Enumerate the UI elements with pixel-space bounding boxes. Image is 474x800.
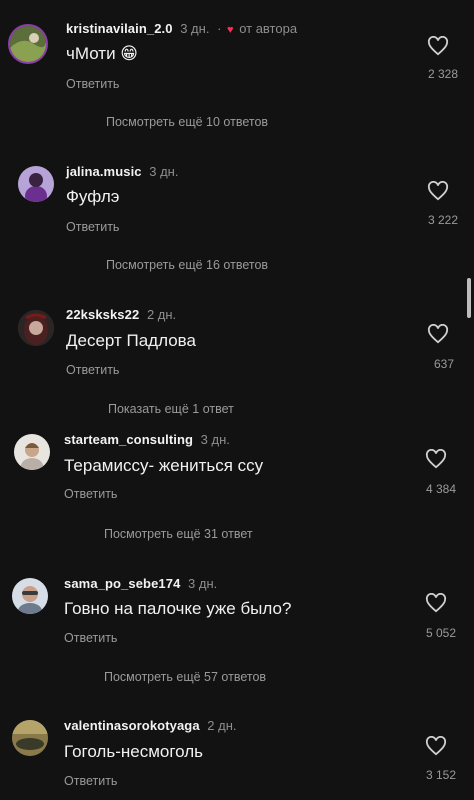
username[interactable]: jalina.music xyxy=(66,164,142,179)
scrollbar[interactable] xyxy=(467,278,471,318)
like-count: 5 052 xyxy=(425,626,456,640)
like-count: 2 328 xyxy=(427,67,458,81)
timestamp: 3 дн. xyxy=(188,576,218,591)
view-more-replies[interactable]: Посмотреть ещё 10 ответов xyxy=(106,115,268,129)
like-count: 3 152 xyxy=(425,768,456,782)
reply-button[interactable]: Ответить xyxy=(66,220,119,234)
username[interactable]: starteam_consulting xyxy=(64,432,193,447)
like-count: 637 xyxy=(433,357,454,371)
avatar[interactable] xyxy=(14,434,50,470)
view-more-replies[interactable]: Показать ещё 1 ответ xyxy=(108,402,234,416)
like-button[interactable] xyxy=(416,593,456,613)
heart-icon xyxy=(427,36,449,56)
timestamp: 3 дн. xyxy=(149,164,179,179)
like-button[interactable] xyxy=(418,36,458,56)
view-more-replies[interactable]: Посмотреть ещё 57 ответов xyxy=(104,670,266,684)
username[interactable]: sama_po_sebe174 xyxy=(64,576,180,591)
comment-header: jalina.music 3 дн. xyxy=(66,164,178,179)
comment-header: kristinavilain_2.0 3 дн. · ♥ от автора xyxy=(66,21,297,36)
heart-icon xyxy=(425,449,447,469)
like-button[interactable] xyxy=(418,181,458,201)
author-like-icon: ♥ xyxy=(227,24,234,36)
comment-header: starteam_consulting 3 дн. xyxy=(64,432,230,447)
username[interactable]: valentinasorokotyaga xyxy=(64,718,200,733)
timestamp: 2 дн. xyxy=(146,307,177,322)
view-more-replies[interactable]: Посмотреть ещё 31 ответ xyxy=(104,527,253,541)
comment-header: 22ksksks22 2 дн. xyxy=(66,307,176,322)
reply-button[interactable]: Ответить xyxy=(66,363,119,377)
comment-text: Говно на палочке уже было? xyxy=(64,599,292,618)
avatar[interactable] xyxy=(18,166,54,202)
heart-icon xyxy=(427,324,449,344)
avatar[interactable] xyxy=(12,720,48,756)
like-button[interactable] xyxy=(418,324,458,344)
author-liked-label: от автора xyxy=(239,21,298,36)
like-button[interactable] xyxy=(416,736,456,756)
avatar[interactable] xyxy=(8,24,48,64)
timestamp: 2 дн. xyxy=(207,718,237,733)
reply-button[interactable]: Ответить xyxy=(64,774,117,788)
comment-header: sama_po_sebe174 3 дн. xyxy=(64,576,217,591)
username[interactable]: kristinavilain_2.0 xyxy=(66,21,173,36)
like-count: 4 384 xyxy=(425,482,456,496)
comment-text: Десерт Падлова xyxy=(66,331,196,350)
like-button[interactable] xyxy=(416,449,456,469)
avatar[interactable] xyxy=(18,310,54,346)
avatar[interactable] xyxy=(12,578,48,614)
like-count: 3 222 xyxy=(427,213,458,227)
heart-icon xyxy=(425,593,447,613)
heart-icon xyxy=(427,181,449,201)
comment-text: Терамиссу- жениться ссу xyxy=(64,456,264,475)
heart-icon xyxy=(425,736,447,756)
view-more-replies[interactable]: Посмотреть ещё 16 ответов xyxy=(106,258,268,272)
comment-header: valentinasorokotyaga 2 дн. xyxy=(64,718,237,733)
timestamp: 3 дн. xyxy=(200,432,230,447)
reply-button[interactable]: Ответить xyxy=(64,487,117,501)
separator: · xyxy=(217,21,222,36)
reply-button[interactable]: Ответить xyxy=(66,77,119,91)
comment-text: Гоголь-несмоголь xyxy=(64,742,204,761)
reply-button[interactable]: Ответить xyxy=(64,631,117,645)
comment-text: Фуфлэ xyxy=(66,187,120,206)
timestamp: 3 дн. xyxy=(180,21,210,36)
comment-text: чМоти 😁 xyxy=(66,44,139,63)
username[interactable]: 22ksksks22 xyxy=(66,307,139,322)
